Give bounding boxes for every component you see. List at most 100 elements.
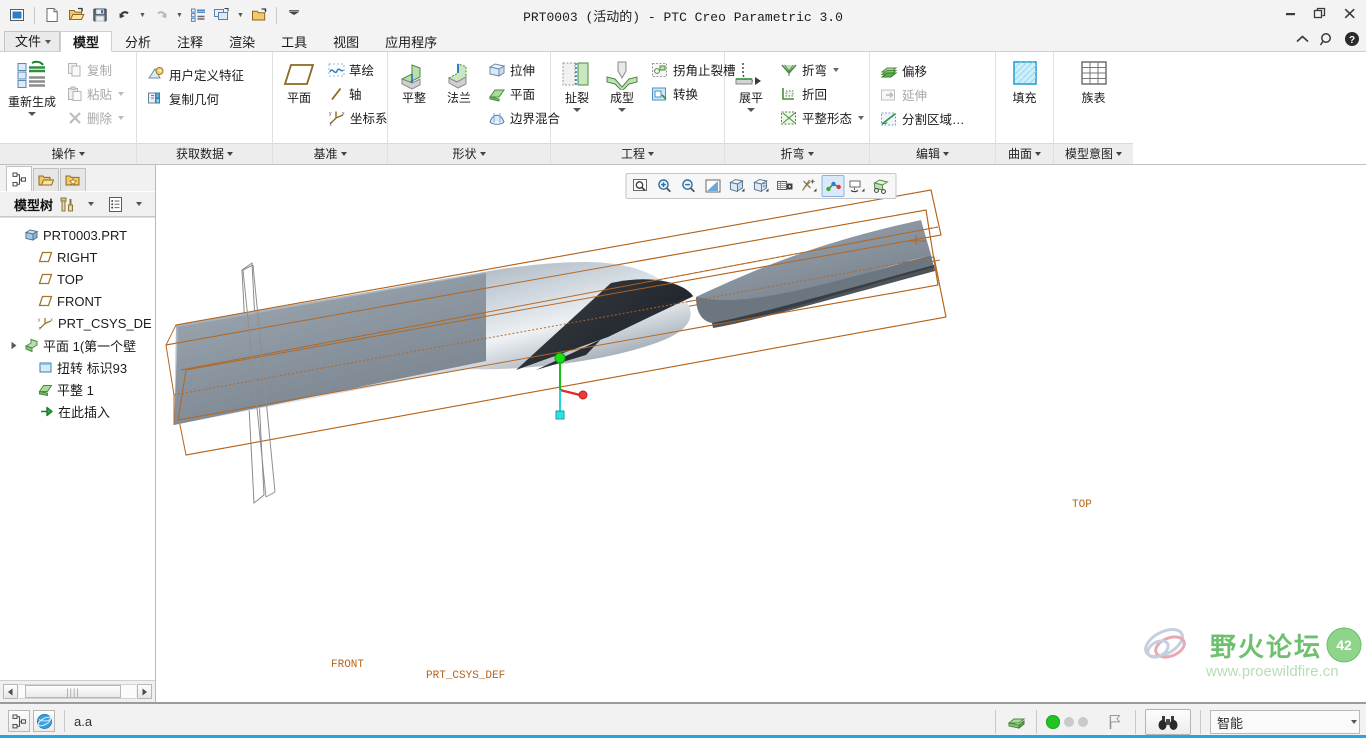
model-tree-tab[interactable] [6,166,32,191]
udf-button[interactable]: 用户定义特征 [142,63,249,86]
smart-filter-select[interactable]: 智能 [1210,710,1360,734]
chevron-down-icon[interactable] [573,108,581,112]
chevron-down-icon[interactable] [28,112,36,116]
ribbon-group-label-datum[interactable]: 基准 [273,143,387,164]
collapse-ribbon-icon[interactable] [1295,33,1310,48]
tab-applications[interactable]: 应用程序 [372,31,450,52]
help-icon[interactable]: ? [1344,31,1360,50]
customize-qat-icon[interactable] [283,4,305,26]
ribbon-group-label-surfaces[interactable]: 曲面 [996,143,1053,164]
restore-button[interactable] [1310,4,1330,22]
model-tree-toggle-icon[interactable] [8,710,30,732]
offset-button[interactable]: 偏移 [875,59,970,82]
tree-item-top[interactable]: TOP [0,268,155,290]
tab-render[interactable]: 渲染 [216,31,268,52]
datum-axis-button[interactable]: 轴 [323,82,393,105]
regenerate-button[interactable]: 重新生成 [5,56,59,117]
ribbon-group-label-bend[interactable]: 折弯 [725,143,869,164]
extend-button[interactable]: 延伸 [875,83,970,106]
datum-plane-button[interactable]: 平面 [278,56,320,106]
coordinate-system-button[interactable]: yzx 坐标系 [323,106,393,129]
family-table-button[interactable]: 族表 [1063,56,1125,106]
tab-view[interactable]: 视图 [320,31,372,52]
settings-dropdown-icon[interactable] [129,194,149,214]
split-area-button[interactable]: 分割区域… [875,107,970,130]
regenerate-icon[interactable] [187,4,209,26]
annotation-display-icon[interactable] [846,175,869,197]
undo-dropdown-icon[interactable]: ▼ [137,4,148,26]
chevron-down-icon[interactable] [118,91,125,96]
settings-list-icon[interactable] [105,194,125,214]
tree-item-right[interactable]: RIGHT [0,246,155,268]
tree-item-front[interactable]: FRONT [0,290,155,312]
ribbon-group-label-operations[interactable]: 操作 [0,143,136,164]
window-switch-icon[interactable] [211,4,233,26]
flat-state-button[interactable]: 平整形态 [775,106,869,129]
minimize-button[interactable] [1280,4,1300,22]
tree-horizontal-scrollbar[interactable]: |||| [0,680,155,702]
tab-file[interactable]: 文件 [4,31,61,52]
redo-dropdown-icon[interactable]: ▼ [174,4,185,26]
flange-button[interactable]: 法兰 [438,56,480,106]
scroll-left-arrow[interactable] [3,684,18,699]
chevron-down-icon[interactable] [858,115,865,120]
app-menu-icon[interactable] [6,4,28,26]
window-dropdown-icon[interactable]: ▼ [235,4,246,26]
flag-icon[interactable] [1104,711,1126,733]
chevron-down-icon[interactable] [618,108,626,112]
repaint-icon[interactable] [702,175,725,197]
tools-dropdown-icon[interactable] [81,194,101,214]
tab-analysis[interactable]: 分析 [112,31,164,52]
favorites-tab[interactable] [60,168,86,191]
tab-model[interactable]: 模型 [60,31,113,52]
saved-views-icon[interactable] [750,175,773,197]
chevron-down-icon[interactable] [747,108,755,112]
copy-button[interactable]: 复制 [62,58,129,81]
graphics-window[interactable]: TOP FRONT RIGHT PRT_CSYS_DEF 野火论坛 [156,165,1366,702]
scroll-trough[interactable]: |||| [19,684,136,699]
point-display-icon[interactable] [821,175,845,197]
tools-icon[interactable] [57,194,77,214]
zoom-out-icon[interactable] [678,175,701,197]
scroll-thumb[interactable]: |||| [25,685,121,698]
delete-button[interactable]: 删除 [62,106,129,129]
close-window-icon[interactable] [248,4,270,26]
tree-item-insert-here[interactable]: 在此插入 [0,400,155,422]
folder-browser-tab[interactable] [33,168,59,191]
tree-item-twist[interactable]: 扭转 标识93 [0,356,155,378]
tree-item-part[interactable]: PRT0003.PRT [0,224,155,246]
unbend-button[interactable]: 展平 [730,56,772,113]
save-icon[interactable] [89,4,111,26]
chevron-down-icon[interactable] [833,67,840,72]
chevron-down-icon[interactable] [118,115,125,120]
new-icon[interactable] [41,4,63,26]
undo-icon[interactable] [113,4,135,26]
regeneration-status-indicator[interactable] [1046,715,1088,729]
view-orientation-icon[interactable] [726,175,749,197]
binoculars-icon[interactable] [1145,709,1191,735]
fill-button[interactable]: 填充 [1001,56,1048,106]
bend-button[interactable]: 折弯 [775,58,869,81]
tree-item-wall[interactable]: 平面 1(第一个壁 [0,334,155,356]
close-button[interactable] [1340,4,1360,22]
ribbon-group-label-model-intent[interactable]: 模型意图 [1054,143,1133,164]
paste-button[interactable]: 粘贴 [62,82,129,105]
tree-item-csys[interactable]: yzx PRT_CSYS_DE [0,312,155,334]
tree-expander-collapsed-icon[interactable] [8,341,20,350]
view-manager-icon[interactable] [774,175,797,197]
tab-tools[interactable]: 工具 [268,31,320,52]
zoom-fit-icon[interactable] [630,175,653,197]
rip-button[interactable]: 扯裂 [556,56,598,113]
datum-display-icon[interactable] [798,175,821,197]
tab-annotate[interactable]: 注释 [164,31,216,52]
chevron-down-icon[interactable] [1351,720,1357,724]
ribbon-group-label-shapes[interactable]: 形状 [388,143,550,164]
scroll-right-arrow[interactable] [137,684,152,699]
redo-icon[interactable] [150,4,172,26]
planar-wall-button[interactable]: 平整 [393,56,435,106]
copy-geometry-button[interactable]: 复制几何 [142,87,249,110]
zoom-in-icon[interactable] [654,175,677,197]
bend-back-button[interactable]: 折回 [775,82,869,105]
tree-item-flat[interactable]: 平整 1 [0,378,155,400]
browser-toggle-icon[interactable] [33,710,55,732]
